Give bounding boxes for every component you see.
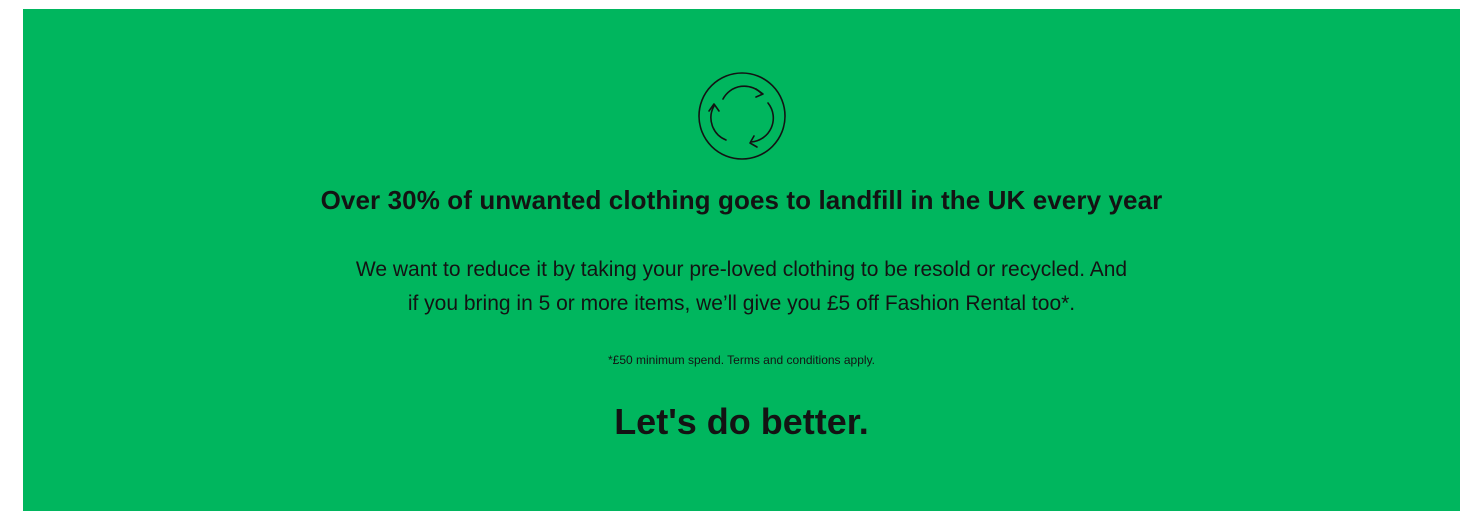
banner-headline: Over 30% of unwanted clothing goes to la… xyxy=(320,185,1163,215)
terms-note: *£50 minimum spend. Terms and conditions… xyxy=(607,353,876,367)
recycle-arrows-icon xyxy=(696,70,788,162)
banner-body-copy: We want to reduce it by taking your pre-… xyxy=(283,253,1200,321)
body-line-1: We want to reduce it by taking your pre-… xyxy=(355,258,1128,281)
banner-call-to-action: Let's do better. xyxy=(614,401,869,442)
body-line-2: if you bring in 5 or more items, we’ll g… xyxy=(407,292,1076,315)
recycling-promo-banner: Over 30% of unwanted clothing goes to la… xyxy=(23,9,1460,511)
